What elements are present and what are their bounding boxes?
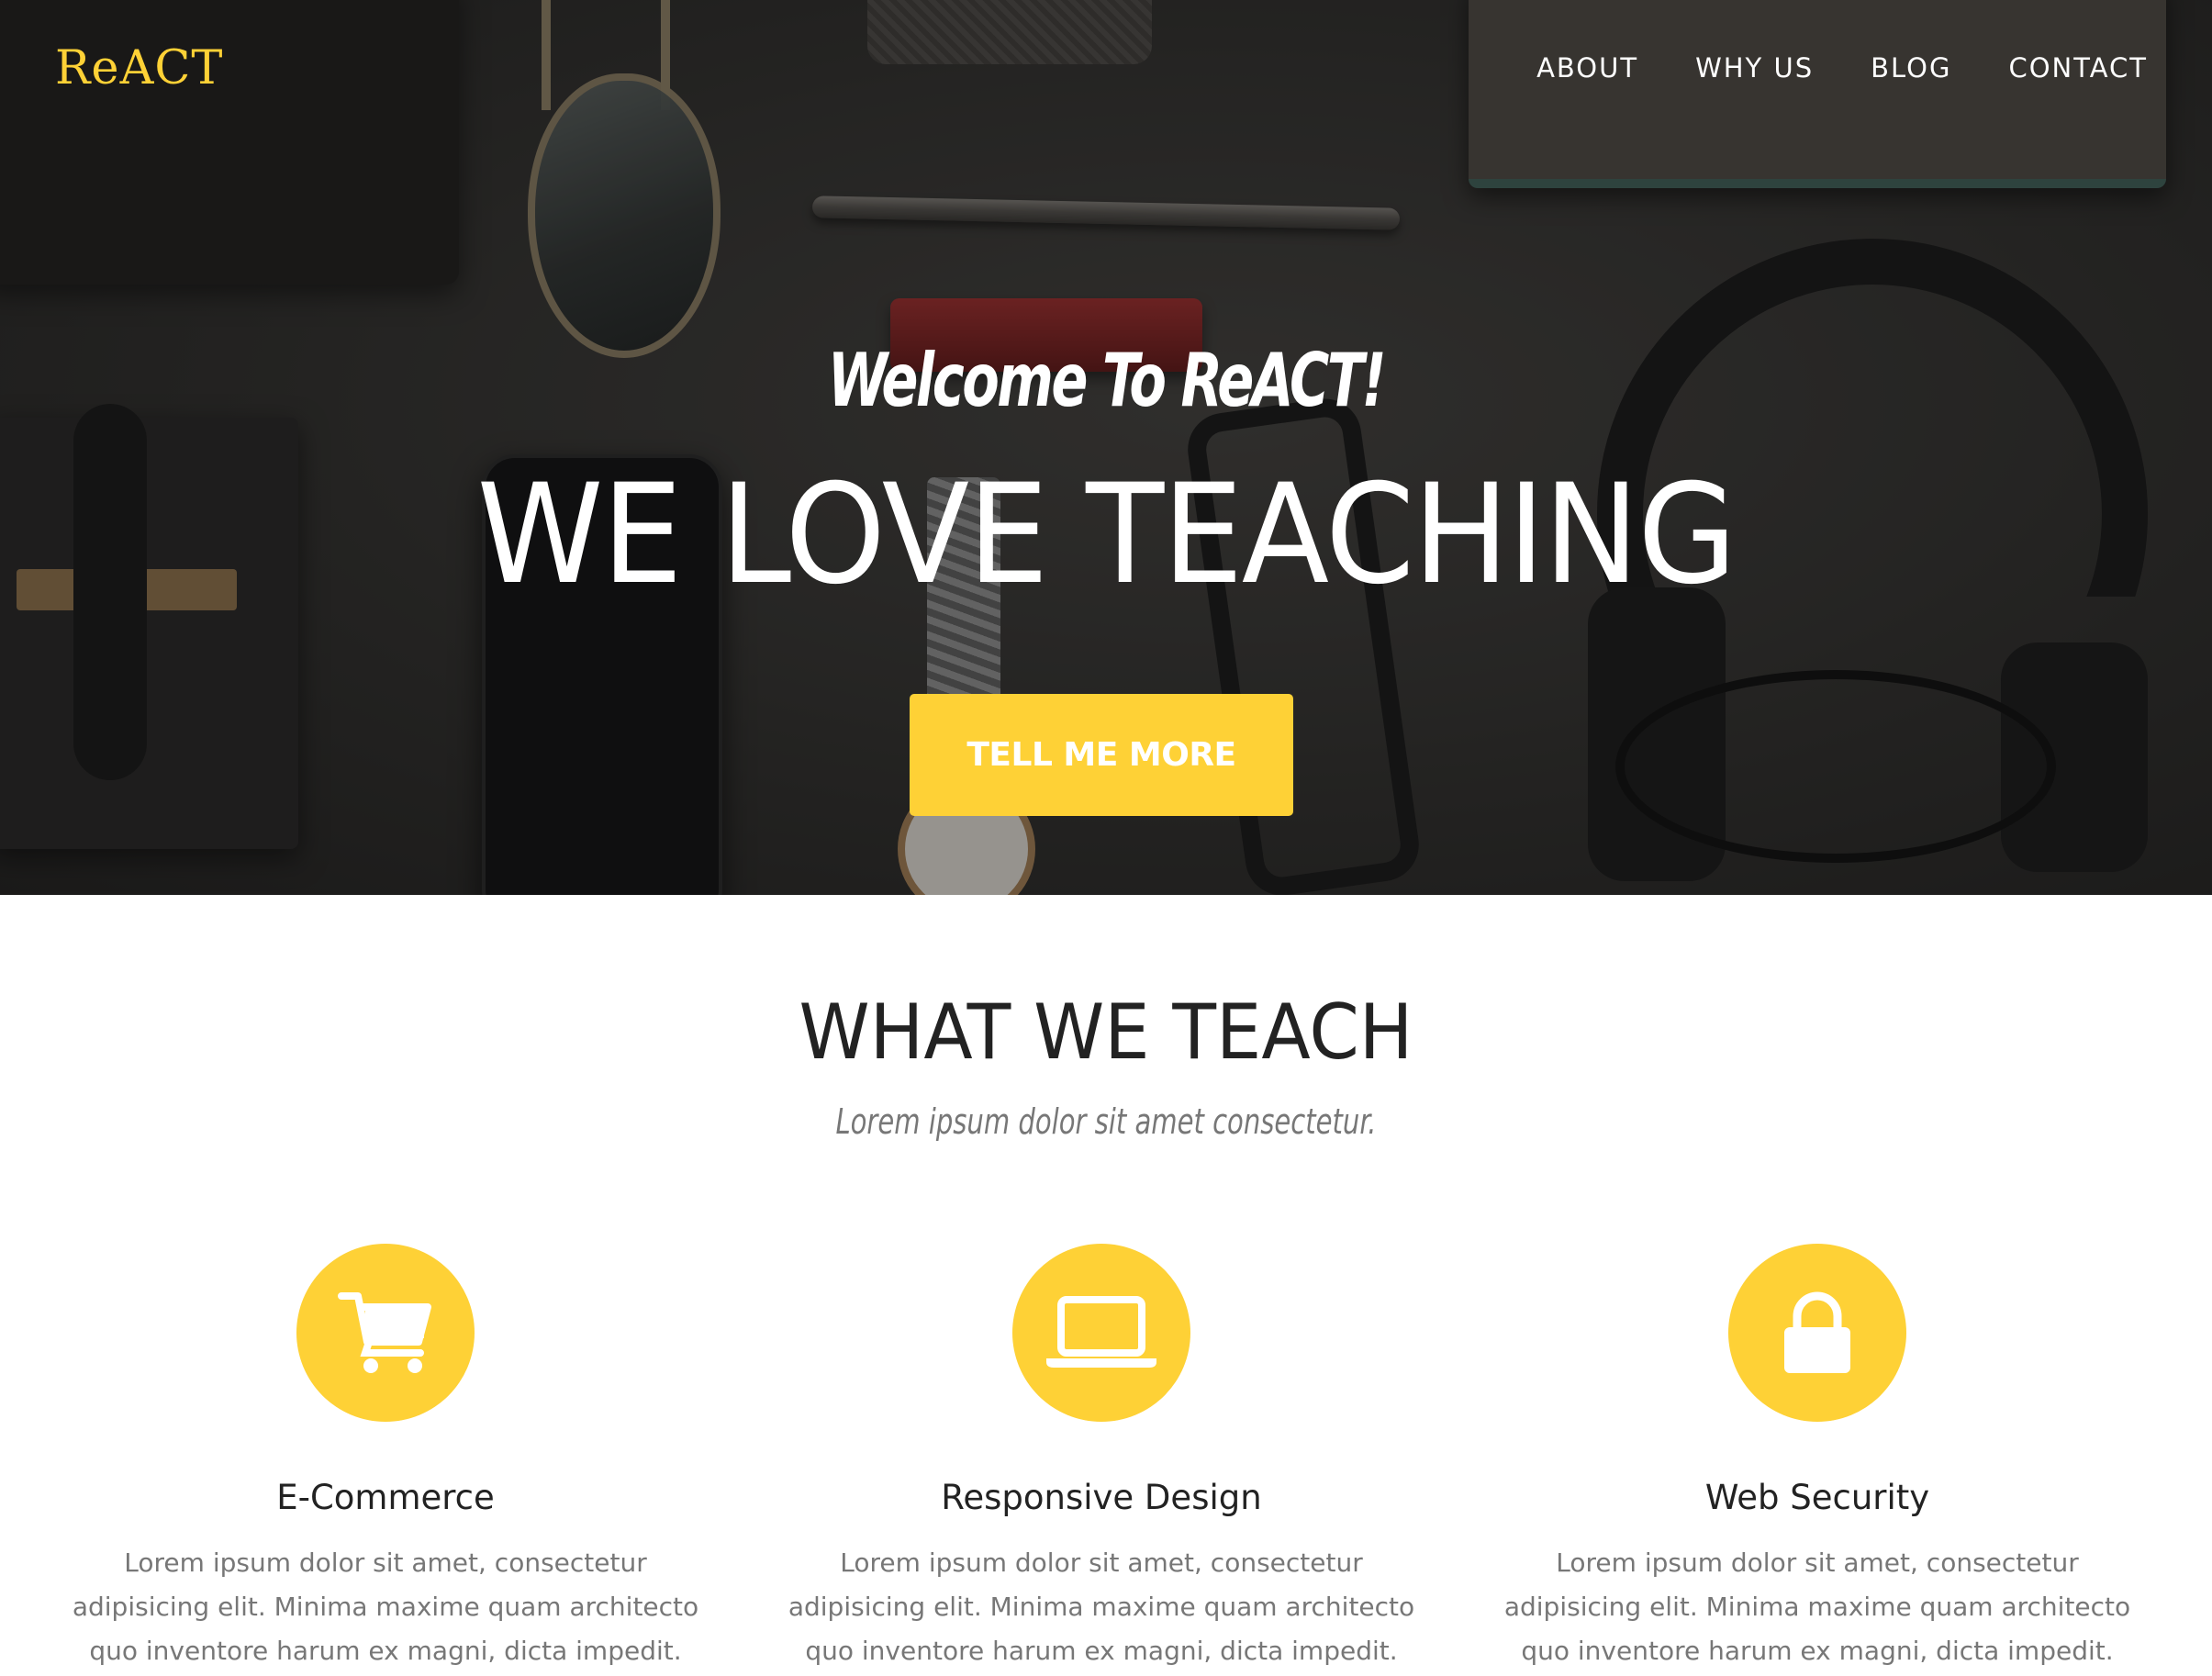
service-description: Lorem ipsum dolor sit amet, consectetur … [788,1548,1415,1666]
lock-icon [1784,1291,1850,1373]
service-item-ecommerce: E-Commerce Lorem ipsum dolor sit amet, c… [64,1244,707,1673]
brand-logo[interactable]: ReACT [55,37,223,101]
main-nav: ABOUT WHY US BLOG CONTACT [1536,50,2148,86]
service-icon-circle [1728,1244,1906,1422]
hero-section: ReACT ABOUT WHY US BLOG CONTACT Welcome … [0,0,2212,895]
service-icon-circle [1012,1244,1190,1422]
nav-item-about[interactable]: ABOUT [1536,50,1638,86]
service-title: Responsive Design [941,1478,1262,1517]
service-item-responsive-design: Responsive Design Lorem ipsum dolor sit … [780,1244,1423,1673]
nav-item-blog[interactable]: BLOG [1871,50,1951,86]
service-item-web-security: Web Security Lorem ipsum dolor sit amet,… [1496,1244,2139,1673]
nav-item-why-us[interactable]: WHY US [1695,50,1814,86]
service-title: Web Security [1704,1478,1930,1517]
service-description: Lorem ipsum dolor sit amet, consectetur … [72,1548,699,1666]
hero-subheading: Welcome To ReACT! [827,338,1387,423]
tell-me-more-button[interactable]: TELL ME MORE [910,694,1293,816]
hero-heading: WE LOVE TEACHING [476,455,1737,615]
nav-item-contact[interactable]: CONTACT [2008,50,2148,86]
service-icon-circle [296,1244,475,1422]
shopping-cart-icon [338,1292,431,1373]
section-subtitle: Lorem ipsum dolor sit amet consectetur. [835,1101,1377,1142]
section-title: WHAT WE TEACH [799,988,1413,1077]
laptop-icon [1046,1296,1156,1368]
service-description: Lorem ipsum dolor sit amet, consectetur … [1503,1548,2131,1666]
service-title: E-Commerce [276,1478,495,1517]
